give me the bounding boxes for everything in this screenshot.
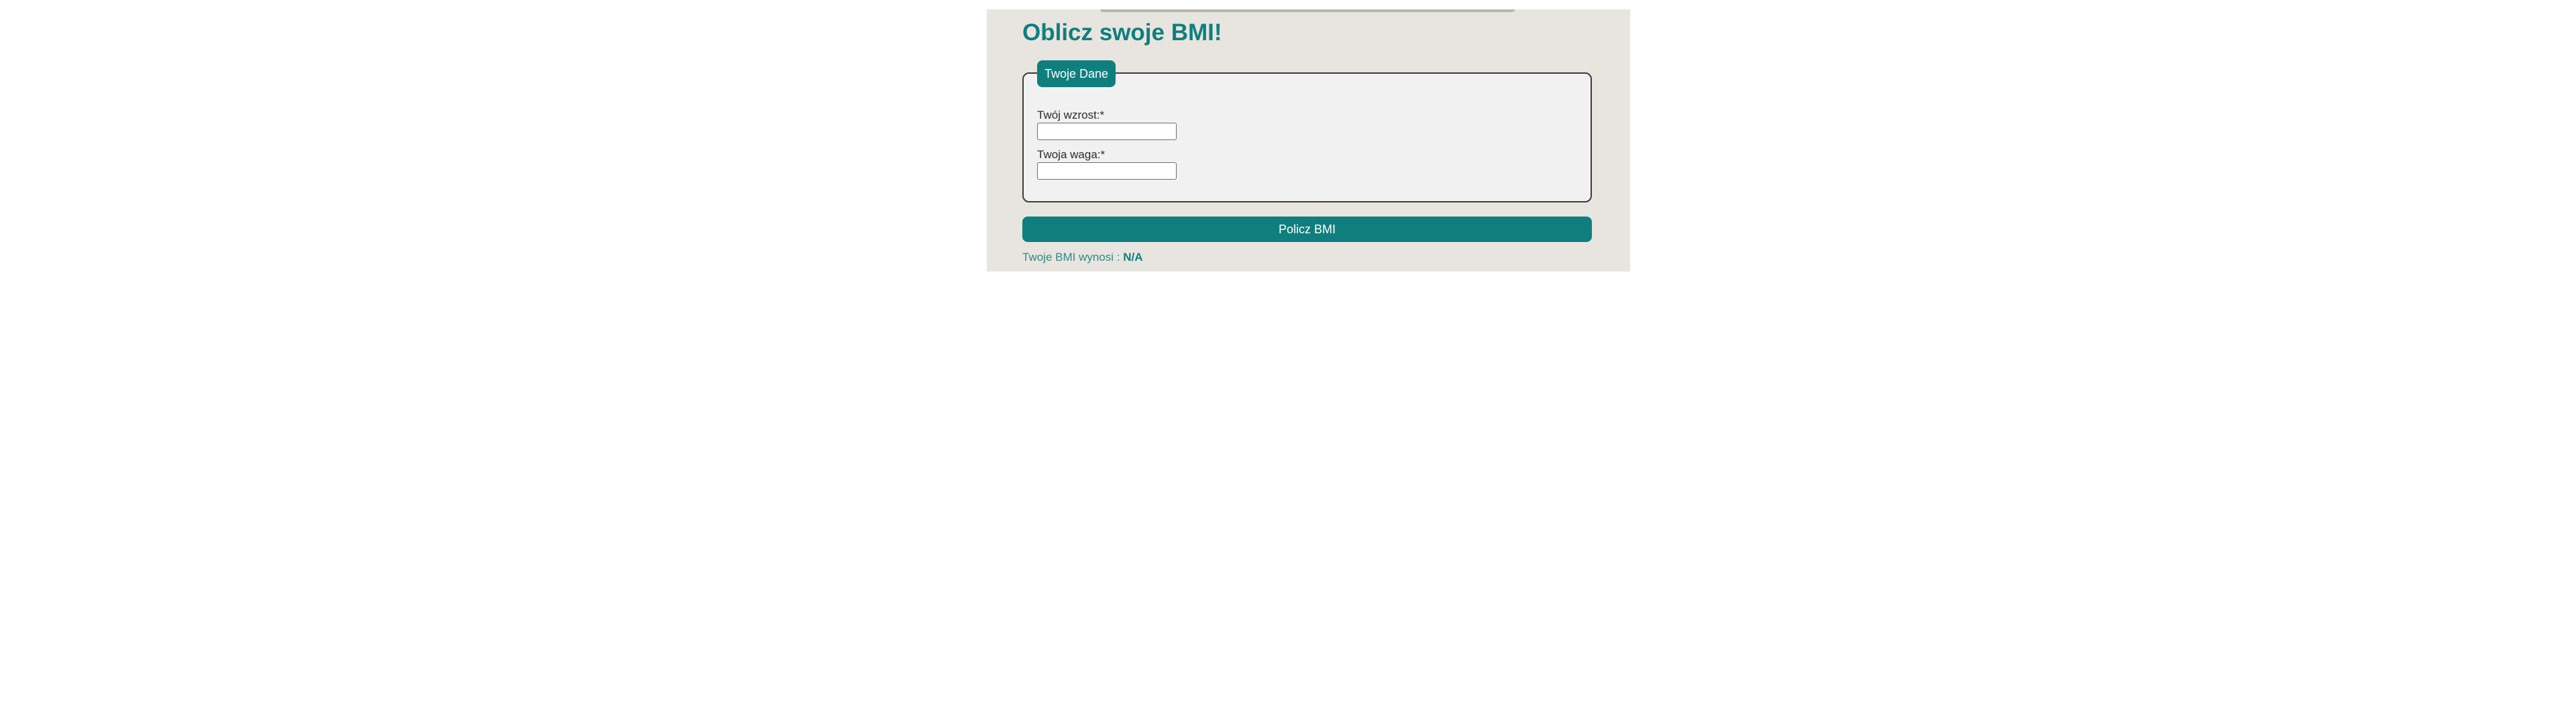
personal-data-fieldset: Twoje Dane Twój wzrost:* Twoja waga:* [1022, 60, 1592, 202]
height-label: Twój wzrost:* [1037, 109, 1105, 121]
calculate-bmi-button[interactable]: Policz BMI [1022, 217, 1592, 242]
bmi-result-value: N/A [1123, 251, 1143, 263]
height-input[interactable] [1037, 123, 1177, 140]
page-title: Oblicz swoje BMI! [1022, 19, 1222, 46]
weight-label: Twoja waga:* [1037, 148, 1106, 161]
fieldset-legend: Twoje Dane [1037, 60, 1116, 87]
header-strip [1100, 9, 1515, 12]
weight-input[interactable] [1037, 162, 1177, 180]
bmi-result-label: Twoje BMI wynosi : [1022, 251, 1124, 263]
bmi-result: Twoje BMI wynosi : N/A [1022, 251, 1143, 264]
